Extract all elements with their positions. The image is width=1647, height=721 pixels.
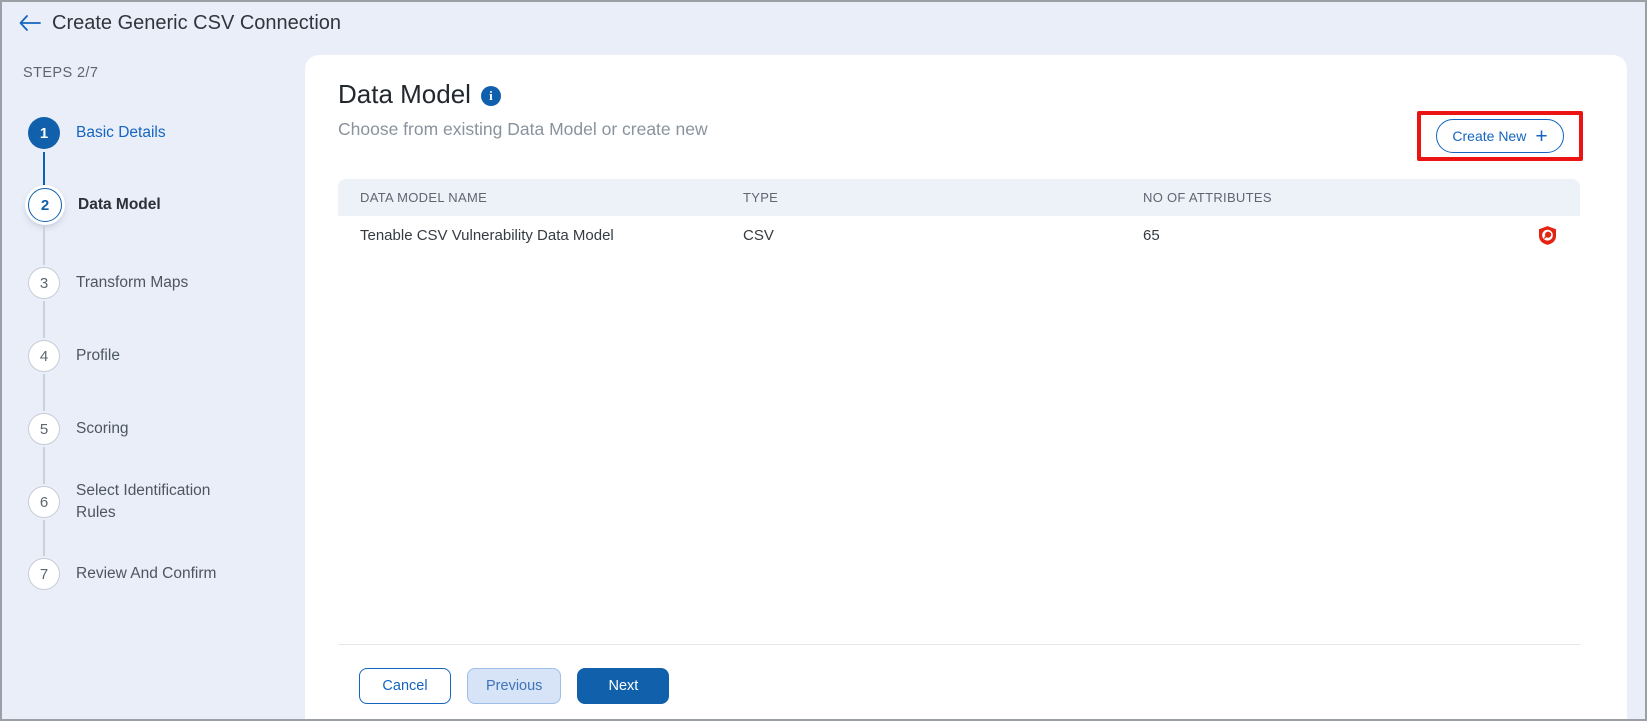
column-header-no-of-attributes: NO OF ATTRIBUTES xyxy=(1143,190,1580,205)
step-item-profile[interactable]: 4 Profile xyxy=(28,340,288,372)
table-row[interactable]: Tenable CSV Vulnerability Data Model CSV… xyxy=(338,216,1580,255)
step-number-badge: 3 xyxy=(28,267,60,299)
step-item-review-and-confirm[interactable]: 7 Review And Confirm xyxy=(28,558,288,590)
create-csv-connection-window: Create Generic CSV Connection STEPS 2/7 … xyxy=(0,0,1647,721)
footer-divider xyxy=(338,644,1580,645)
step-connector xyxy=(43,225,45,265)
step-item-scoring[interactable]: 5 Scoring xyxy=(28,413,288,445)
step-label: Review And Confirm xyxy=(76,563,216,585)
steps-progress-label: STEPS 2/7 xyxy=(23,65,98,81)
cancel-button[interactable]: Cancel xyxy=(359,668,451,704)
main-panel: Data Model i Choose from existing Data Mo… xyxy=(305,55,1627,719)
cell-data-model-name: Tenable CSV Vulnerability Data Model xyxy=(338,227,743,244)
panel-title-text: Data Model xyxy=(338,79,471,109)
step-number-badge: 5 xyxy=(28,413,60,445)
step-number-badge: 2 xyxy=(28,188,62,222)
back-button[interactable] xyxy=(18,14,46,36)
step-item-transform-maps[interactable]: 3 Transform Maps xyxy=(28,267,288,299)
step-connector xyxy=(43,152,45,186)
top-bar: Create Generic CSV Connection xyxy=(2,2,1645,54)
panel-title: Data Model i xyxy=(338,79,501,110)
step-number-badge: 6 xyxy=(28,486,60,518)
column-header-data-model-name: DATA MODEL NAME xyxy=(338,190,743,205)
page-title: Create Generic CSV Connection xyxy=(52,12,341,35)
tenable-logo-icon xyxy=(1539,226,1556,245)
step-label: Data Model xyxy=(78,194,161,216)
step-connector xyxy=(43,520,45,556)
step-connector xyxy=(43,374,45,411)
step-label: Profile xyxy=(76,345,120,367)
step-label: Basic Details xyxy=(76,122,166,144)
step-label: Select Identification Rules xyxy=(76,480,246,524)
next-button[interactable]: Next xyxy=(577,668,669,704)
plus-icon: + xyxy=(1535,126,1547,147)
step-connector xyxy=(43,301,45,338)
column-header-type: TYPE xyxy=(743,190,1143,205)
info-icon[interactable]: i xyxy=(481,86,501,106)
step-label: Transform Maps xyxy=(76,272,188,294)
arrow-left-icon xyxy=(18,14,42,37)
step-number-badge: 7 xyxy=(28,558,60,590)
step-item-basic-details[interactable]: 1 Basic Details xyxy=(28,117,288,149)
create-new-button[interactable]: Create New + xyxy=(1436,119,1563,153)
cell-type: CSV xyxy=(743,227,1143,244)
create-new-highlight-box: Create New + xyxy=(1417,111,1583,161)
step-label: Scoring xyxy=(76,418,129,440)
previous-button[interactable]: Previous xyxy=(467,668,561,704)
create-new-label: Create New xyxy=(1452,128,1526,144)
panel-subtitle: Choose from existing Data Model or creat… xyxy=(338,119,708,140)
data-model-table: DATA MODEL NAME TYPE NO OF ATTRIBUTES Te… xyxy=(338,179,1580,255)
step-item-data-model[interactable]: 2 Data Model xyxy=(28,188,288,222)
step-number-badge: 4 xyxy=(28,340,60,372)
step-connector xyxy=(43,447,45,484)
cell-no-of-attributes: 65 xyxy=(1143,227,1160,244)
step-item-select-identification-rules[interactable]: 6 Select Identification Rules xyxy=(28,480,288,524)
step-number-badge: 1 xyxy=(28,117,60,149)
table-header-row: DATA MODEL NAME TYPE NO OF ATTRIBUTES xyxy=(338,179,1580,216)
footer-button-row: Cancel Previous Next xyxy=(359,668,669,704)
